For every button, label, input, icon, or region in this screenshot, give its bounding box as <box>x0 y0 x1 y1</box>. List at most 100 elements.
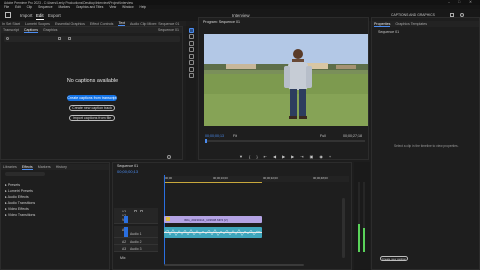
step-forward-icon[interactable]: ▶ <box>291 154 294 159</box>
program-monitor-title: Program: Sequence 01 <box>203 20 240 24</box>
tree-item-audio-effects[interactable]: ▸ Audio Effects <box>5 195 105 199</box>
add-marker-icon[interactable]: ▼ <box>239 154 243 159</box>
tab-markers[interactable]: Markers <box>38 165 51 169</box>
captions-panel-tabs: Transcript Captions Graphics Sequence 01 <box>1 27 182 33</box>
video-clip[interactable]: IMG_20230114_103608.MP4 [V] <box>164 216 262 223</box>
tree-item-lumetri-presets[interactable]: ▸ Lumetri Presets <box>5 189 105 193</box>
type-tool-icon[interactable] <box>188 73 194 78</box>
timeline-title: Sequence 01 <box>117 164 139 168</box>
audio-waveform <box>164 228 262 237</box>
tab-history[interactable]: History <box>56 165 67 169</box>
tab-effects[interactable]: Effects <box>21 165 33 170</box>
tab-graphics-templates[interactable]: Graphics Templates <box>395 22 427 26</box>
properties-panel: Properties Graphics Templates Sequence 0… <box>371 17 480 270</box>
tree-item-audio-transitions[interactable]: ▸ Audio Transitions <box>5 201 105 205</box>
audio-clip[interactable] <box>164 227 262 238</box>
tab-lumetri-scopes[interactable]: Lumetri Scopes <box>25 22 50 26</box>
close-icon[interactable]: ✕ <box>469 0 472 4</box>
track-header-v1[interactable]: V1 <box>114 216 158 224</box>
tab-libraries[interactable]: Libraries <box>3 165 17 169</box>
video-clip-label: IMG_20230114_103608.MP4 [V] <box>184 217 228 222</box>
tab-audio-clip-mixer[interactable]: Audio Clip Mixer: Sequence 01 <box>130 22 179 26</box>
mark-out-icon[interactable]: } <box>256 154 257 159</box>
fullscreen-icon[interactable] <box>450 12 454 17</box>
video-frame <box>204 34 368 126</box>
audio-meter-left-level <box>358 224 360 252</box>
tab-in-set[interactable]: In Set Start <box>2 22 20 26</box>
workspace-tab-import[interactable]: Import <box>20 13 32 18</box>
tab-properties[interactable]: Properties <box>374 22 391 27</box>
tab-captions[interactable]: Captions <box>23 28 39 33</box>
pen-tool-icon[interactable] <box>188 60 194 65</box>
lift-icon[interactable]: ▣ <box>310 154 314 159</box>
timeline-scrollbar-h[interactable] <box>164 264 304 266</box>
import-captions-from-file-button[interactable]: Import captions from file <box>69 115 115 121</box>
transport-controls: ▼ { } ⇤ ◀ ▶ ▶ ⇥ ▣ ◉ + <box>239 154 349 159</box>
program-timecode[interactable]: 00;00;00;13 <box>205 134 224 138</box>
captions-search-icon[interactable] <box>6 37 9 40</box>
slip-tool-icon[interactable] <box>188 53 194 59</box>
tree-item-label: Audio Transitions <box>7 201 36 205</box>
effects-search-input[interactable] <box>5 172 45 176</box>
home-icon[interactable] <box>5 12 11 18</box>
track-name-a3: Audio 3 <box>130 247 142 251</box>
workspace-tab-export[interactable]: Export <box>48 13 61 18</box>
button-editor-icon[interactable]: + <box>329 154 331 159</box>
track-name-a2: Audio 2 <box>130 240 142 244</box>
mark-in-icon[interactable]: { <box>249 154 250 159</box>
track-header-a3[interactable]: A3 Audio 3 <box>114 245 158 252</box>
window-title: Adobe Premiere Pro 2023 - C:\Users\Lenly… <box>4 0 133 5</box>
tree-item-video-transitions[interactable]: ▸ Video Transitions <box>5 213 105 217</box>
a1-target-marker[interactable] <box>124 227 128 237</box>
v1-target-marker[interactable] <box>124 216 128 223</box>
create-new-caption-button[interactable]: Create new caption <box>380 256 408 261</box>
audio-meter-right-level <box>363 228 365 252</box>
tree-item-presets[interactable]: ▸ Presets <box>5 183 105 187</box>
captions-tool-icon[interactable] <box>58 37 61 40</box>
workspace-tab-edit[interactable]: Edit <box>36 13 44 18</box>
tree-item-label: Presets <box>7 183 20 187</box>
play-icon[interactable]: ▶ <box>282 154 285 159</box>
program-playhead-marker[interactable] <box>205 139 207 143</box>
go-to-in-icon[interactable]: ⇤ <box>264 154 267 159</box>
go-to-out-icon[interactable]: ⇥ <box>300 154 303 159</box>
track-header-a2[interactable]: A2 Audio 2 <box>114 238 158 245</box>
tab-transcript[interactable]: Transcript <box>3 28 19 32</box>
tab-effect-controls[interactable]: Effect Controls <box>90 22 114 26</box>
program-scrubber[interactable] <box>205 139 365 143</box>
properties-sequence-label: Sequence 01 <box>378 30 400 34</box>
export-frame-icon[interactable]: ◉ <box>319 154 323 159</box>
tree-item-label: Lumetri Presets <box>7 189 33 193</box>
share-icon[interactable] <box>460 12 464 17</box>
timeline-timecode[interactable]: 00;00;00;13 <box>117 170 138 174</box>
create-captions-from-transcript-button[interactable]: Create captions from transcript <box>67 95 117 101</box>
step-back-icon[interactable]: ◀ <box>273 154 276 159</box>
hand-tool-icon[interactable] <box>188 66 194 72</box>
timeline-scrollbar-v[interactable] <box>342 198 345 258</box>
tree-item-label: Audio Effects <box>7 195 29 199</box>
maximize-icon[interactable]: □ <box>458 0 460 4</box>
program-duration: 00;00;27;18 <box>343 134 362 138</box>
fit-dropdown[interactable]: Fit <box>233 134 237 138</box>
minimize-icon[interactable]: – <box>448 0 450 4</box>
captions-options-icon[interactable] <box>68 37 71 40</box>
captions-panel: Transcript Captions Graphics Sequence 01… <box>0 26 183 160</box>
tree-item-video-effects[interactable]: ▸ Video Effects <box>5 207 105 211</box>
tab-graphics[interactable]: Graphics <box>43 28 57 32</box>
fx-badge-icon <box>166 217 170 221</box>
ripple-edit-tool-icon[interactable] <box>188 40 194 46</box>
captions-settings-icon[interactable] <box>167 155 171 159</box>
quality-dropdown[interactable]: Full <box>320 134 326 138</box>
work-area-bar[interactable] <box>164 182 262 183</box>
selection-tool-icon[interactable] <box>188 27 194 33</box>
audio-keyframe-line[interactable] <box>164 232 262 233</box>
effects-panel: Libraries Effects Markers History ▸ Pres… <box>0 162 110 270</box>
properties-hint: Select a clip in the timeline to view pr… <box>394 144 459 148</box>
tab-essential-graphics[interactable]: Essential Graphics <box>55 22 85 26</box>
razor-tool-icon[interactable] <box>188 47 194 52</box>
track-select-tool-icon[interactable] <box>188 34 194 39</box>
create-new-caption-track-button[interactable]: Create new caption track <box>69 105 115 111</box>
track-header-a1[interactable]: A1 Audio 1 <box>114 226 158 238</box>
properties-tabs: Properties Graphics Templates <box>372 21 479 27</box>
ruler-tick: 00;00;48;00 <box>313 176 328 180</box>
